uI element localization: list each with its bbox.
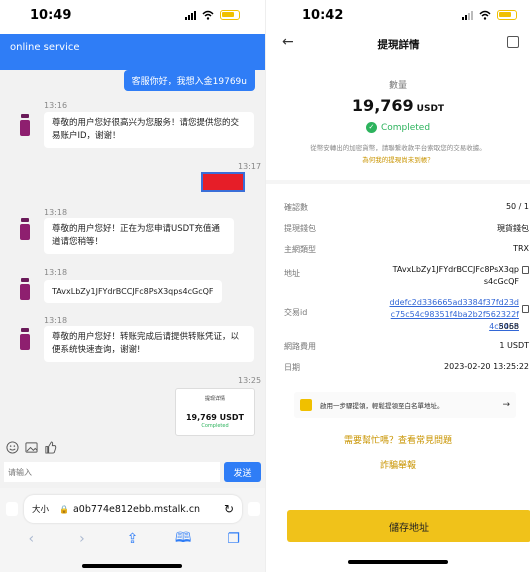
agent-message: 尊敬的用户您好！转账完成后请提供转账凭证，以便系统快速查询，谢谢! [44, 326, 254, 362]
lock-icon: 🔒 [59, 504, 69, 514]
screenshot-thumbnail[interactable]: 提现详情 19,769 USDT Completed [175, 388, 255, 436]
status-time: 10:42 [302, 8, 344, 23]
shield-icon [300, 399, 312, 411]
thumbnail-title: 提现详情 [204, 396, 225, 402]
fraud-report-link[interactable]: 詐騙舉報 [266, 458, 530, 471]
battery-icon [220, 10, 240, 20]
address-value: TAvxLbZy1JFYdrBCCJFc8PsX3qps4cGcQF [392, 265, 519, 286]
detail-key: 提現錢包 [284, 224, 316, 233]
check-circle-icon: ✓ [365, 122, 377, 133]
browser-nav-bar: ‹ › ⇪ 🕮 ❐ [0, 528, 265, 550]
back-icon[interactable]: ‹ [19, 531, 43, 547]
emoji-icon[interactable] [6, 441, 19, 454]
agent-message: 尊敬的用户您好很高兴为您服务！请您提供您的交易账户ID，谢谢！ [44, 112, 254, 148]
detail-key: 主網類型 [284, 245, 316, 254]
left-phone-chat-screen: 10:49 online service 客服你好，我想入金19769u 13:… [0, 0, 265, 572]
right-phone-withdrawal-screen: 10:42 ← 提現詳情 數量 19,769 USDT ✓ Completed 從… [265, 0, 530, 572]
url-text: a0b774e812ebb.mstalk.cn [72, 503, 201, 515]
status-indicator: ✓ Completed [266, 122, 530, 133]
one-step-withdrawal-banner[interactable]: 啟用一步驟提領，輕鬆提領至白名單地址。 → [294, 392, 516, 418]
agent-message: 尊敬的用户您好！正在为您申请USDT充值通道请您稍等！ [44, 218, 234, 254]
save-address-button[interactable]: 儲存地址 [287, 510, 530, 542]
why-not-arrived-link[interactable]: 為何我的提現尚未到帳？ [266, 154, 530, 164]
share-icon[interactable] [507, 36, 519, 48]
screenshot-root: 10:49 online service 客服你好，我想入金19769u 13:… [0, 0, 530, 572]
section-divider [266, 180, 530, 184]
detail-key: 交易id [284, 308, 308, 317]
message-timestamp: 13:17 [238, 162, 262, 171]
bookmarks-icon[interactable]: 🕮 [171, 527, 195, 551]
txid-tail: 5068 [498, 322, 519, 331]
status-text: Completed [380, 122, 431, 133]
chat-input-row: 发送 [0, 460, 265, 486]
redacted-user-message [201, 172, 245, 192]
copy-address-icon[interactable] [522, 266, 529, 274]
status-bar: 10:49 [0, 0, 265, 34]
detail-row-txid: 交易id ddefc2d336665ad3384f37fd23dc75c54c9… [284, 298, 529, 343]
amount-currency: USDT [416, 104, 445, 114]
image-icon[interactable] [25, 441, 38, 454]
status-time: 10:49 [30, 8, 72, 23]
detail-value: 現貨錢包 [497, 224, 529, 233]
thumbnail-amount: 19,769 USDT [185, 413, 244, 422]
message-timestamp: 13:18 [44, 268, 68, 277]
address-bar[interactable]: 大小 🔒 a0b774e812ebb.mstalk.cn ↻ [24, 495, 242, 523]
agent-avatar-icon [20, 328, 30, 350]
message-timestamp: 13:18 [44, 208, 68, 217]
status-icons [462, 10, 517, 20]
detail-value: TRX [513, 244, 529, 253]
chat-toolbar [0, 437, 265, 459]
detail-key: 地址 [284, 269, 300, 278]
amount-display: 19,769 USDT [266, 96, 530, 115]
agent-avatar-icon [20, 114, 30, 136]
receipt-note: 從幣安轉出的加密貨幣，請聯繫收款平台索取您的交易收據。 [310, 144, 486, 152]
signal-icon [462, 10, 473, 20]
arrow-right-icon: → [502, 400, 510, 410]
amount-label: 數量 [388, 81, 407, 91]
text-size-button[interactable]: 大小 [32, 503, 49, 515]
reload-icon[interactable]: ↻ [224, 502, 234, 516]
thumbnail-status: Completed [201, 423, 229, 429]
amount-value: 19,769 [351, 96, 414, 115]
thumbs-up-icon[interactable] [44, 441, 57, 454]
browser-chrome: 大小 🔒 a0b774e812ebb.mstalk.cn ↻ ‹ › ⇪ 🕮 ❐ [0, 488, 265, 572]
detail-value: 1 USDT [499, 341, 529, 350]
home-indicator [82, 564, 182, 568]
detail-value: 2023-02-20 13:25:22 [444, 362, 529, 371]
home-indicator [348, 560, 448, 564]
chat-message-input[interactable] [4, 462, 220, 482]
page-title: 提現詳情 [377, 39, 420, 51]
forward-icon[interactable]: › [70, 531, 94, 547]
help-faq-link[interactable]: 需要幫忙嗎？查看常見問題 [266, 433, 530, 446]
send-button[interactable]: 发送 [224, 462, 261, 482]
user-message: 客服你好，我想入金19769u [123, 70, 255, 91]
detail-value: 50 / 1 [505, 202, 529, 211]
share-icon[interactable]: ⇪ [120, 531, 144, 547]
detail-key: 網路費用 [284, 342, 316, 351]
detail-row-address: 地址 TAvxLbZy1JFYdrBCCJFc8PsX3qps4cGcQF [284, 265, 529, 292]
chat-header: online service [0, 34, 265, 70]
battery-icon [497, 10, 517, 20]
status-icons [185, 10, 240, 20]
agent-avatar-icon [20, 278, 30, 300]
message-timestamp: 13:16 [44, 101, 68, 110]
chat-messages[interactable]: 客服你好，我想入金19769u 13:16 尊敬的用户您好很高兴为您服务！请您提… [0, 70, 265, 436]
next-tab-edge[interactable] [248, 502, 260, 516]
chat-header-title: online service [10, 42, 80, 53]
agent-message-address: TAvxLbZy1JFYdrBCCJFc8PsX3qps4cGcQF [44, 280, 222, 303]
signal-icon [185, 10, 196, 20]
wifi-icon [202, 10, 214, 20]
message-timestamp: 13:18 [44, 316, 68, 325]
agent-avatar-icon [20, 218, 30, 240]
page-header: ← 提現詳情 [266, 34, 530, 56]
wifi-icon [479, 10, 491, 20]
previous-tab-edge[interactable] [6, 502, 18, 516]
detail-key: 日期 [284, 363, 300, 372]
status-bar: 10:42 [266, 0, 530, 34]
message-timestamp: 13:25 [238, 376, 262, 385]
copy-txid-icon[interactable] [522, 305, 529, 313]
tabs-icon[interactable]: ❐ [222, 531, 246, 547]
detail-key: 確認數 [284, 203, 308, 212]
banner-text: 啟用一步驟提領，輕鬆提領至白名單地址。 [320, 402, 444, 410]
